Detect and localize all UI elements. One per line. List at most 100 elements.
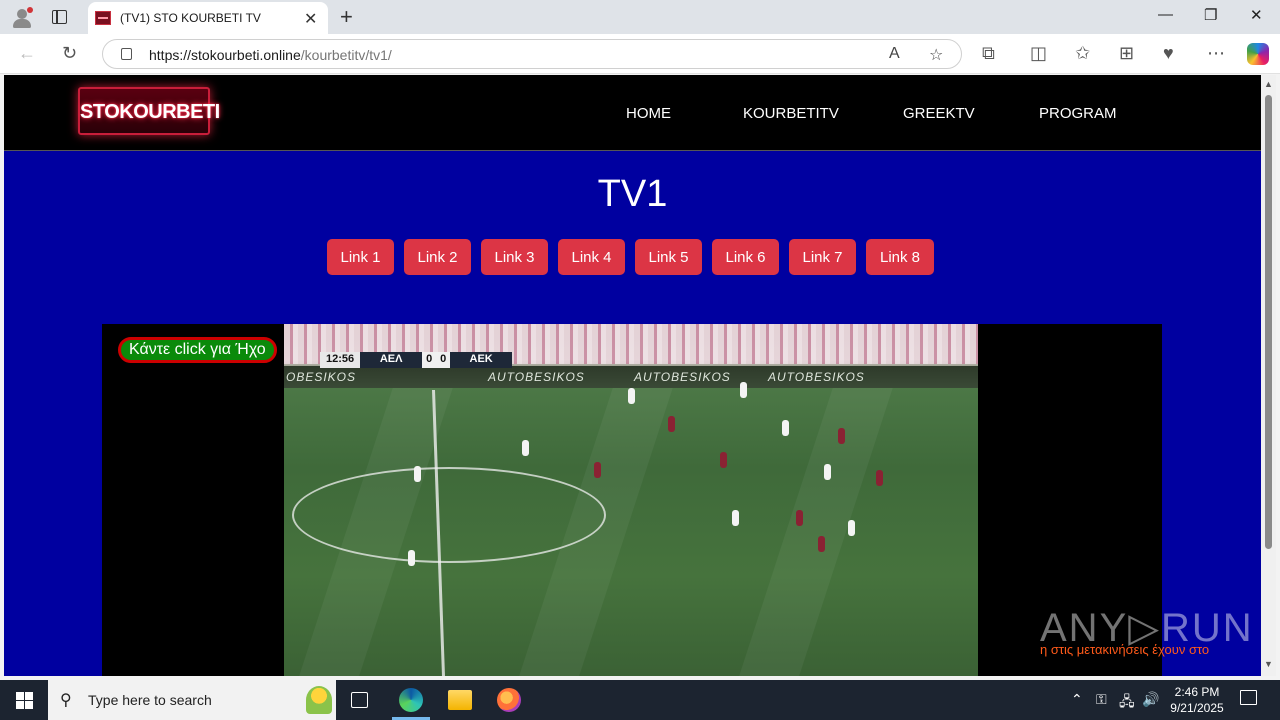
video-player[interactable]: OBESIKOS AUTOBESIKOS AUTOBESIKOS AUTOBES… — [102, 324, 1162, 676]
url-text[interactable]: https://stokourbeti.online/kourbetitv/tv… — [149, 47, 392, 63]
search-icon: ⚲ — [60, 692, 72, 709]
player-figure — [522, 440, 529, 456]
show-hidden-icons-chevron-icon[interactable]: ⌃ — [1071, 691, 1083, 708]
address-bar[interactable]: https://stokourbeti.online/kourbetitv/tv… — [102, 39, 962, 69]
start-button[interactable] — [16, 692, 33, 709]
page-title: TV1 — [597, 173, 668, 215]
firefox-icon[interactable] — [497, 688, 521, 712]
player-figure — [796, 510, 803, 526]
link-6-button[interactable]: Link 6 — [712, 239, 779, 275]
volume-icon[interactable]: 🔊 — [1142, 691, 1159, 708]
clock-date: 9/21/2025 — [1170, 701, 1224, 715]
extensions-icon[interactable]: ⧉ — [982, 43, 995, 64]
link-4-button[interactable]: Link 4 — [558, 239, 625, 275]
tab-title: (TV1) STO KOURBETI TV — [120, 11, 261, 25]
ad-board — [284, 366, 978, 388]
link-7-button[interactable]: Link 7 — [789, 239, 856, 275]
site-logo[interactable]: STOKOURBETI — [78, 87, 220, 135]
scrollbar-thumb[interactable] — [1265, 95, 1272, 549]
search-highlight-icon[interactable] — [306, 686, 332, 714]
network-icon[interactable]: 🖧 — [1119, 691, 1135, 715]
copilot-icon[interactable] — [1247, 43, 1269, 65]
ad-text: OBESIKOS — [286, 370, 357, 384]
player-figure — [408, 550, 415, 566]
player-figure — [414, 466, 421, 482]
link-8-button[interactable]: Link 8 — [866, 239, 934, 275]
ad-text: AUTOBESIKOS — [634, 370, 731, 384]
home-team: ΑΕΛ — [360, 352, 423, 368]
tab-actions-icon[interactable] — [52, 10, 67, 24]
video-frame[interactable]: OBESIKOS AUTOBESIKOS AUTOBESIKOS AUTOBES… — [284, 324, 978, 676]
scroll-up-icon[interactable]: ▲ — [1264, 79, 1273, 89]
file-explorer-icon[interactable] — [448, 690, 472, 710]
browser-tab-bar: (TV1) STO KOURBETI TV ✕ + — ❐ ✕ — [0, 0, 1280, 34]
nav-home[interactable]: HOME — [626, 105, 671, 122]
url-path: /kourbetitv/tv1/ — [300, 47, 392, 63]
taskbar-search-box[interactable]: ⚲ Type here to search — [48, 680, 336, 720]
edge-browser-icon[interactable] — [399, 688, 423, 712]
player-figure — [720, 452, 727, 468]
nav-greektv[interactable]: GREEKTV — [903, 105, 975, 122]
collections-icon[interactable]: ⊞ — [1119, 43, 1134, 64]
tab-close-icon[interactable]: ✕ — [304, 9, 317, 29]
scroll-down-icon[interactable]: ▼ — [1264, 659, 1273, 669]
player-figure — [628, 388, 635, 404]
browser-tab-active[interactable]: (TV1) STO KOURBETI TV ✕ — [88, 2, 328, 34]
center-circle — [292, 467, 606, 563]
player-figure — [876, 470, 883, 486]
player-figure — [848, 520, 855, 536]
player-figure — [668, 416, 675, 432]
system-clock[interactable]: 2:46 PM 9/21/2025 — [1162, 684, 1232, 716]
page-scrollbar[interactable]: ▲ ▼ — [1261, 75, 1276, 676]
profile-icon[interactable] — [10, 6, 34, 28]
read-aloud-icon[interactable]: A — [889, 45, 900, 63]
notification-center-icon[interactable] — [1240, 690, 1257, 705]
nav-program[interactable]: PROGRAM — [1039, 105, 1117, 122]
windows-taskbar: ⚲ Type here to search ⌃ ⚿ 🖧 🔊 2:46 PM 9/… — [0, 680, 1280, 720]
site-favicon-icon — [95, 11, 111, 25]
browser-essentials-icon[interactable]: ♥ — [1163, 43, 1174, 64]
url-host: https://stokourbeti.online — [149, 47, 301, 63]
stream-links: Link 1 Link 2 Link 3 Link 4 Link 5 Link … — [327, 239, 934, 275]
link-3-button[interactable]: Link 3 — [481, 239, 548, 275]
search-placeholder: Type here to search — [88, 692, 212, 708]
link-5-button[interactable]: Link 5 — [635, 239, 702, 275]
page-viewport: STOKOURBETI HOME KOURBETITV GREEKTV PROG… — [4, 75, 1261, 676]
home-score: 0 — [422, 352, 437, 368]
site-logo-text: STOKOURBETI — [80, 101, 220, 123]
refresh-icon[interactable]: ↻ — [62, 43, 77, 64]
player-figure — [838, 428, 845, 444]
restore-button[interactable]: ❐ — [1204, 6, 1217, 24]
favorites-icon[interactable]: ✩ — [1075, 43, 1090, 64]
ad-text: AUTOBESIKOS — [768, 370, 865, 384]
player-figure — [732, 510, 739, 526]
favorite-star-icon[interactable]: ☆ — [929, 45, 943, 65]
player-figure — [824, 464, 831, 480]
site-header: STOKOURBETI HOME KOURBETITV GREEKTV PROG… — [4, 75, 1261, 151]
match-clock: 12:56 — [320, 352, 361, 368]
split-screen-icon[interactable]: ◫ — [1030, 43, 1047, 64]
browser-toolbar: ← ↻ https://stokourbeti.online/kourbetit… — [0, 34, 1280, 74]
settings-more-icon[interactable]: ⋯ — [1207, 43, 1225, 64]
nav-kourbetitv[interactable]: KOURBETITV — [743, 105, 839, 122]
back-arrow-icon[interactable]: ← — [18, 43, 36, 64]
link-1-button[interactable]: Link 1 — [327, 239, 394, 275]
link-2-button[interactable]: Link 2 — [404, 239, 471, 275]
away-team: ΑΕΚ — [450, 352, 513, 368]
site-info-lock-icon[interactable] — [121, 48, 132, 60]
window-close-button[interactable]: ✕ — [1250, 6, 1263, 24]
security-tray-icon[interactable]: ⚿ — [1096, 691, 1107, 708]
player-figure — [594, 462, 601, 478]
ad-text: AUTOBESIKOS — [488, 370, 585, 384]
clock-time: 2:46 PM — [1174, 685, 1220, 699]
news-ticker: η στις μετακινήσεις έχουν στο — [1040, 642, 1210, 657]
task-view-icon[interactable] — [351, 692, 368, 708]
scoreboard: 12:56 ΑΕΛ 0 0 ΑΕΚ — [320, 352, 513, 368]
enable-sound-button[interactable]: Κάντε click για Ήχο — [118, 337, 277, 363]
player-figure — [740, 382, 747, 398]
player-figure — [818, 536, 825, 552]
new-tab-button[interactable]: + — [340, 4, 353, 30]
pitch-stripe — [735, 388, 893, 676]
minimize-button[interactable]: — — [1158, 6, 1173, 23]
away-score: 0 — [436, 352, 451, 368]
